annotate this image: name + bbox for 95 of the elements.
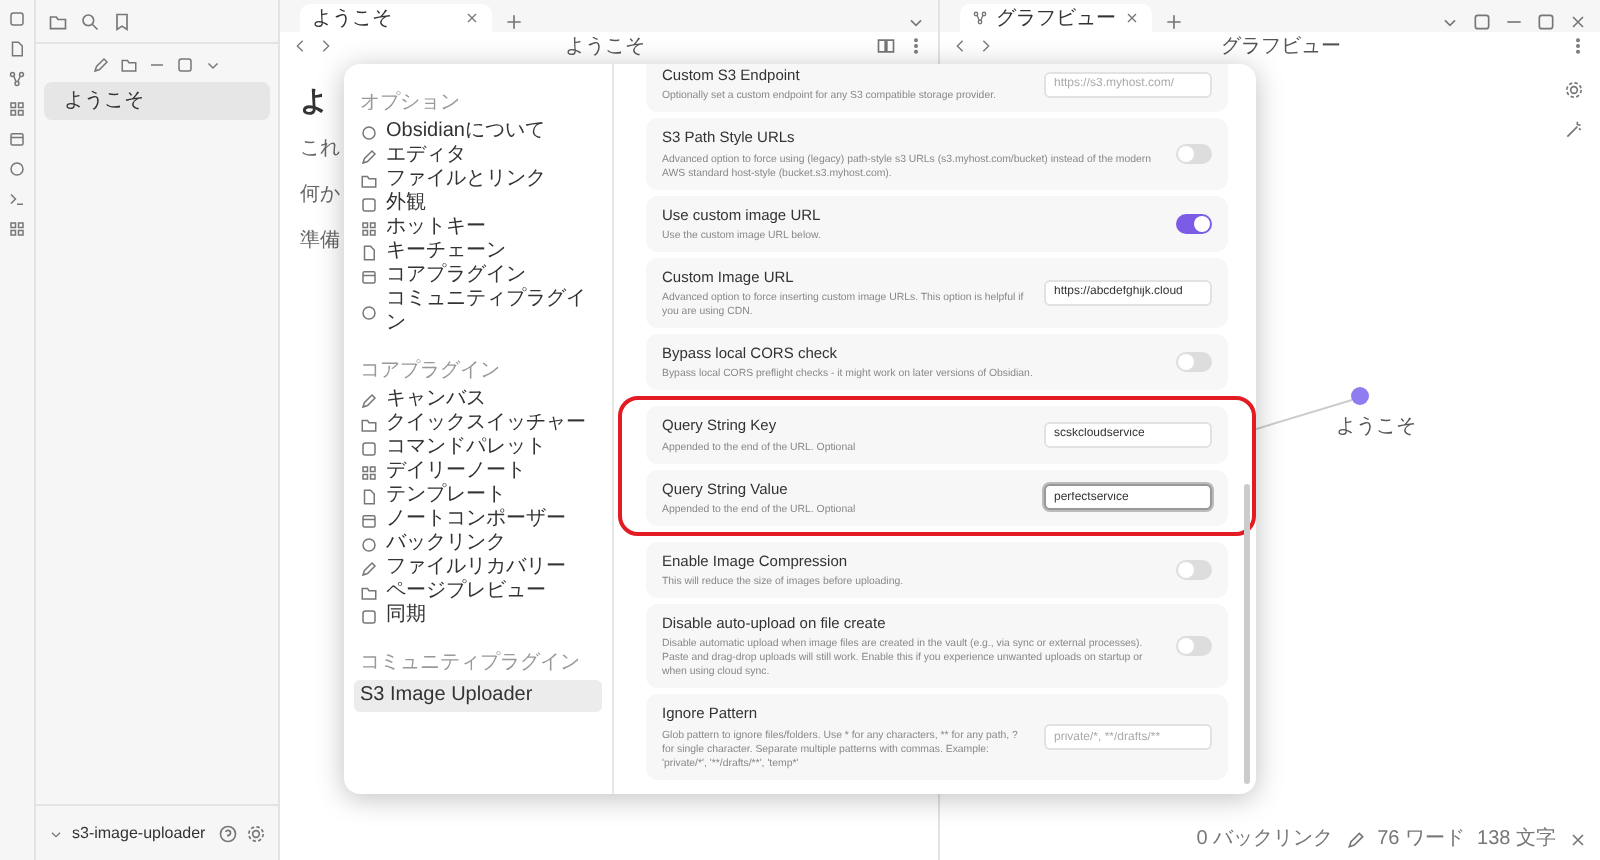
back-icon[interactable]	[292, 38, 308, 54]
forward-icon[interactable]	[318, 38, 334, 54]
search-icon[interactable]	[80, 11, 100, 31]
grid-icon	[360, 463, 378, 481]
folder-icon	[360, 171, 378, 189]
page-icon	[360, 487, 378, 505]
graph-icon[interactable]	[8, 70, 26, 88]
section-heading: コミュニティプラグイン	[358, 649, 582, 678]
forward-icon[interactable]	[978, 38, 994, 54]
section-heading: コアプラグイン	[358, 357, 502, 386]
graph-title: グラフビュー	[1219, 33, 1343, 61]
calendar-icon	[360, 511, 378, 529]
circle-icon[interactable]	[8, 160, 26, 178]
layout-icon[interactable]	[1472, 12, 1492, 32]
pencil-icon	[360, 147, 378, 165]
toggle-switch[interactable]	[1176, 143, 1212, 164]
settings-nav-item[interactable]: クイックスイッチャー	[354, 412, 602, 436]
pencil-icon	[360, 559, 378, 577]
settings-nav-item[interactable]: エディタ	[354, 144, 602, 168]
file-item[interactable]: ようこそ	[44, 82, 270, 120]
node-label: ようこそ	[1336, 414, 1416, 442]
pencil-icon[interactable]	[1345, 829, 1366, 849]
new-tab-icon[interactable]	[1164, 12, 1184, 32]
terminal-icon[interactable]	[8, 190, 26, 208]
settings-nav-item[interactable]: デイリーノート	[354, 460, 602, 484]
close-icon[interactable]	[464, 10, 480, 26]
toggle-switch[interactable]	[1176, 213, 1212, 234]
note-heading: よ	[300, 82, 328, 120]
tab[interactable]: グラフビュー	[960, 4, 1152, 32]
square-icon	[360, 607, 378, 625]
circle-icon	[360, 535, 378, 553]
wand-icon[interactable]	[1564, 120, 1584, 140]
settings-nav-item[interactable]: ホットキー	[354, 216, 602, 240]
settings-nav-item[interactable]: 同期	[354, 604, 602, 628]
calendar-icon[interactable]	[8, 130, 26, 148]
help-icon[interactable]	[218, 823, 238, 843]
grid-icon[interactable]	[8, 220, 26, 238]
settings-nav-item[interactable]: Obsidianについて	[354, 120, 602, 144]
back-icon[interactable]	[952, 38, 968, 54]
settings-nav-item[interactable]: ファイルリカバリー	[354, 556, 602, 580]
tab-label: ようこそ	[312, 5, 394, 33]
tab-label: グラフビュー	[996, 5, 1116, 33]
grid-icon[interactable]	[8, 100, 26, 118]
settings-nav-item[interactable]: ファイルとリンク	[354, 168, 602, 192]
new-tab-icon[interactable]	[504, 12, 524, 32]
bookmark-icon[interactable]	[112, 11, 132, 31]
folder-icon	[360, 583, 378, 601]
settings-nav-item[interactable]: コマンドパレット	[354, 436, 602, 460]
toggle-switch[interactable]	[1176, 560, 1212, 581]
note-text: 準備	[300, 228, 340, 256]
tab[interactable]: ようこそ	[300, 4, 492, 32]
settings-nav-item[interactable]: テンプレート	[354, 484, 602, 508]
square-icon[interactable]	[176, 56, 194, 74]
character-count: 138 文字	[1477, 825, 1556, 854]
graph-node[interactable]	[1351, 387, 1369, 405]
folder-icon[interactable]	[120, 56, 138, 74]
reading-view-icon[interactable]	[876, 36, 896, 56]
page-icon	[360, 243, 378, 261]
pencil-icon	[360, 391, 378, 409]
note-text: これ	[300, 136, 340, 164]
settings-nav-item[interactable]: 外観	[354, 192, 602, 216]
calendar-icon	[360, 267, 378, 285]
circle-icon	[360, 303, 378, 321]
vault-name[interactable]: s3-image-uploader	[72, 821, 210, 845]
word-count: 76 ワード	[1377, 826, 1466, 854]
note-text: 何か	[300, 182, 340, 210]
backlink-count[interactable]: 0 バックリンク	[1196, 824, 1334, 854]
sidebar-toggle-icon[interactable]	[8, 10, 26, 28]
toggle-switch[interactable]	[1176, 352, 1212, 373]
graph-icon	[972, 10, 988, 26]
circle-icon	[360, 123, 378, 141]
folder-icon[interactable]	[48, 11, 68, 31]
settings-nav-item[interactable]: ページプレビュー	[354, 580, 602, 604]
pencil-icon[interactable]	[92, 56, 110, 74]
toggle-switch[interactable]	[1176, 636, 1212, 657]
folder-icon	[360, 415, 378, 433]
settings-icon[interactable]	[1564, 80, 1584, 100]
settings-nav-item[interactable]: S3 Image Uploader	[354, 680, 602, 712]
square-icon	[360, 439, 378, 457]
settings-nav-item[interactable]: キャンバス	[354, 388, 602, 412]
grid-icon	[360, 219, 378, 237]
page-icon[interactable]	[8, 40, 26, 58]
settings-icon[interactable]	[246, 823, 266, 843]
settings-nav-item[interactable]: キーチェーン	[354, 240, 602, 264]
note-title: ようこそ	[563, 33, 647, 61]
scrollbar-thumb[interactable]	[1244, 484, 1250, 784]
square-icon	[360, 195, 378, 213]
settings-nav-item[interactable]: ノートコンポーザー	[354, 508, 602, 532]
close-icon[interactable]	[1124, 10, 1140, 26]
maximize-icon[interactable]	[1536, 12, 1556, 32]
settings-nav-item[interactable]: コミュニティプラグイン	[354, 288, 602, 336]
settings-nav-item[interactable]: バックリンク	[354, 532, 602, 556]
close-icon[interactable]	[1568, 12, 1588, 32]
section-heading: オプション	[358, 89, 462, 118]
settings-nav-item[interactable]: コアプラグイン	[354, 264, 602, 288]
